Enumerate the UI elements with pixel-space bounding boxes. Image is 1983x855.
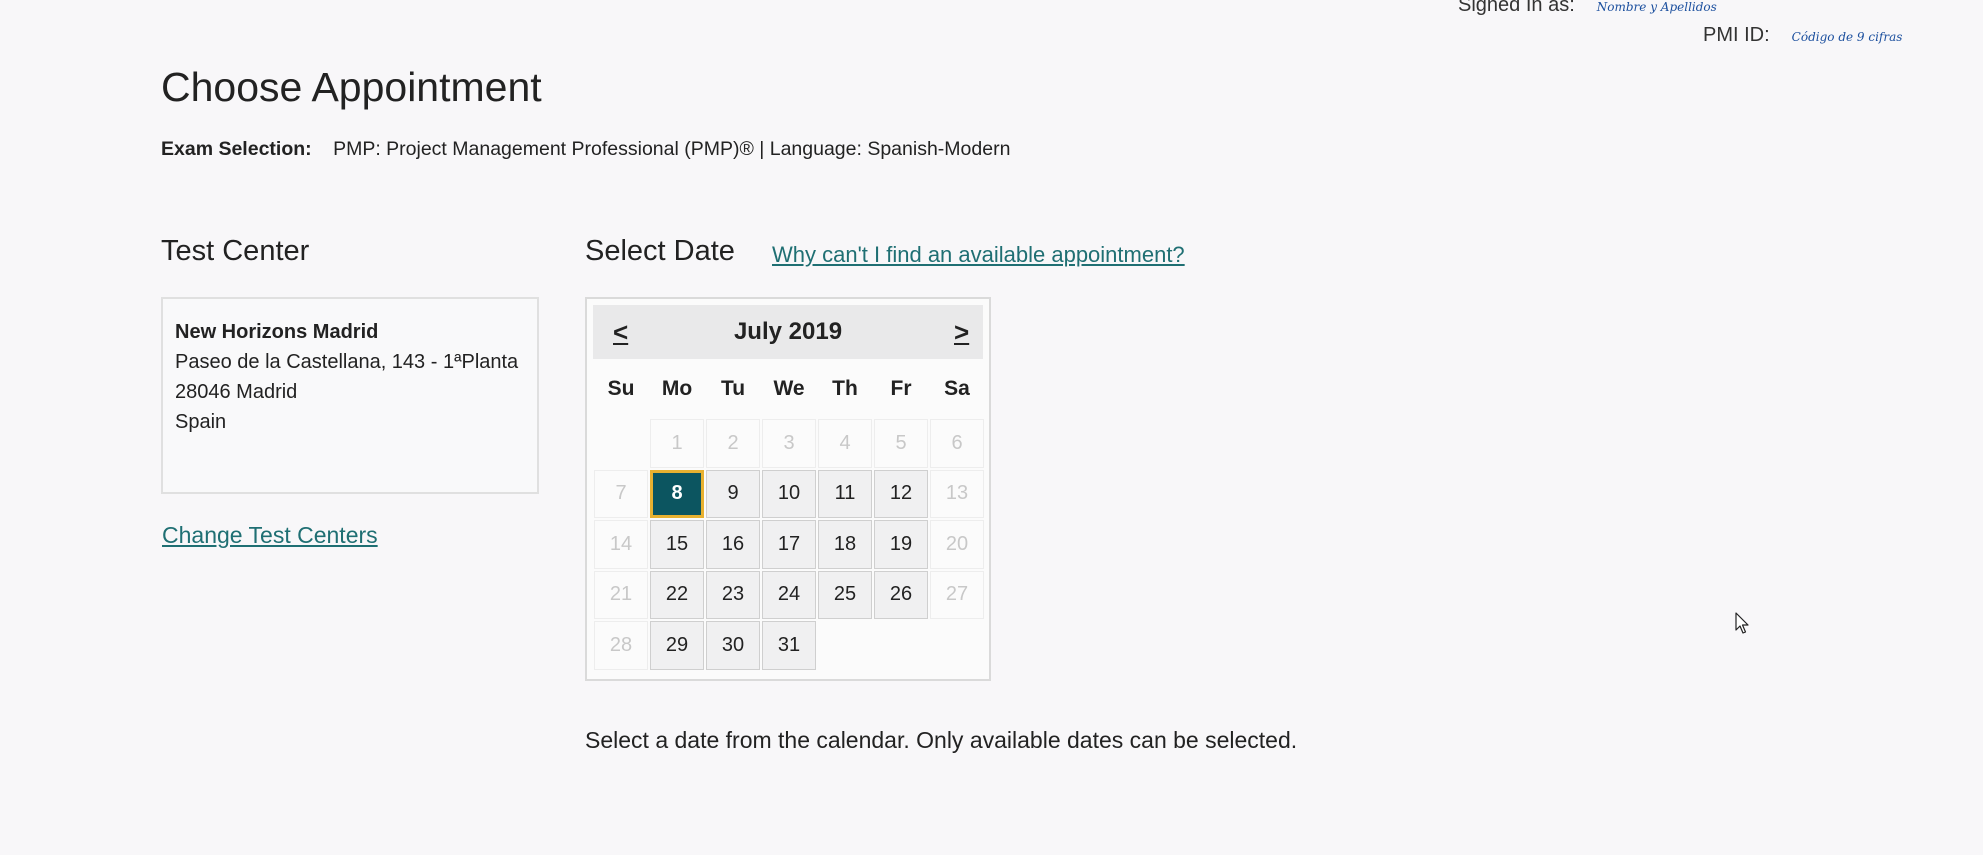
calendar-day-disabled: 27	[930, 570, 984, 619]
select-date-title: Select Date	[585, 235, 735, 267]
calendar-day[interactable]: 24	[762, 570, 816, 619]
calendar-day-disabled: 28	[594, 621, 648, 670]
weekday-header-row: Su Mo Tu We Th Fr Sa	[593, 377, 985, 407]
calendar-day[interactable]: 9	[706, 469, 760, 518]
test-center-address: Paseo de la Castellana, 143 - 1ªPlanta	[175, 351, 519, 373]
calendar-day-disabled: 7	[594, 469, 648, 518]
calendar-day-disabled: 13	[930, 469, 984, 518]
weekday-label: Mo	[661, 377, 693, 400]
calendar-day-grid: 1 2 3 4 5 6 7 8 9 10 11 12 13 14 15 16 17 18 19 20 21 22 23 24 2…	[593, 418, 985, 671]
calendar-day-disabled: 20	[930, 520, 984, 569]
date-picker-calendar: < July 2019 > Su Mo Tu We Th Fr Sa 12345…	[585, 297, 991, 681]
weekday-label: Th	[832, 377, 858, 400]
appointment-page: Signed In as: Nombre y Apellidos PMI ID:…	[0, 0, 1983, 855]
calendar-day-disabled: 6	[930, 419, 984, 468]
exam-selection-label: Exam Selection:	[161, 138, 312, 160]
weekday-label: We	[773, 377, 805, 400]
mouse-pointer-icon	[1735, 612, 1751, 641]
weekday-label: Su	[607, 377, 635, 400]
date-instructions: Select a date from the calendar. Only av…	[585, 727, 1298, 753]
calendar-day[interactable]: 25	[818, 570, 872, 619]
test-center-title: Test Center	[161, 235, 310, 267]
calendar-month-label: July 2019	[733, 318, 843, 345]
calendar-day[interactable]: 16	[706, 520, 760, 569]
calendar-header: < July 2019 >	[593, 305, 983, 359]
calendar-day-disabled: 1	[650, 419, 704, 468]
test-center-name: New Horizons Madrid	[175, 321, 379, 343]
test-center-card: New Horizons Madrid Paseo de la Castella…	[161, 297, 539, 494]
calendar-day[interactable]: 29	[650, 621, 704, 670]
page-title: Choose Appointment	[161, 64, 542, 110]
pmi-id-value: Código de 9 cifras	[1791, 30, 1903, 44]
calendar-day[interactable]: 18	[818, 520, 872, 569]
test-center-country: Spain	[175, 411, 227, 433]
weekday-label: Sa	[944, 377, 970, 400]
calendar-day-disabled: 2	[706, 419, 760, 468]
exam-selection: Exam Selection: PMP: Project Management …	[161, 138, 1010, 161]
calendar-day[interactable]: 26	[874, 570, 928, 619]
signed-in-label: Signed In as:	[1458, 0, 1575, 16]
calendar-day-disabled: 14	[594, 520, 648, 569]
weekday-label: Tu	[720, 377, 746, 400]
pmi-id-info: PMI ID: Código de 9 cifras	[1703, 24, 1902, 47]
calendar-day[interactable]: 17	[762, 520, 816, 569]
calendar-day[interactable]: 31	[762, 621, 816, 670]
change-test-centers-link[interactable]: Change Test Centers	[162, 522, 378, 549]
calendar-day-selected[interactable]: 8	[650, 469, 704, 518]
calendar-day-disabled: 4	[818, 419, 872, 468]
calendar-day[interactable]: 19	[874, 520, 928, 569]
test-center-postal-city: 28046 Madrid	[175, 381, 298, 403]
availability-help-link[interactable]: Why can't I find an available appointmen…	[772, 242, 1185, 268]
calendar-day-disabled: 21	[594, 570, 648, 619]
calendar-day[interactable]: 22	[650, 570, 704, 619]
calendar-day[interactable]: 23	[706, 570, 760, 619]
exam-selection-value: PMP: Project Management Professional (PM…	[333, 138, 1011, 160]
signed-in-user-name: Nombre y Apellidos	[1596, 0, 1717, 14]
calendar-day-disabled: 3	[762, 419, 816, 468]
calendar-day[interactable]: 30	[706, 621, 760, 670]
next-month-button[interactable]: >	[954, 317, 969, 348]
pmi-id-label: PMI ID:	[1703, 24, 1770, 46]
calendar-day-empty	[594, 419, 648, 468]
calendar-day-disabled: 5	[874, 419, 928, 468]
signed-in-info: Signed In as: Nombre y Apellidos	[1458, 0, 1717, 17]
calendar-day[interactable]: 15	[650, 520, 704, 569]
calendar-day[interactable]: 12	[874, 469, 928, 518]
weekday-label: Fr	[890, 377, 912, 400]
calendar-day[interactable]: 10	[762, 469, 816, 518]
calendar-day[interactable]: 11	[818, 469, 872, 518]
